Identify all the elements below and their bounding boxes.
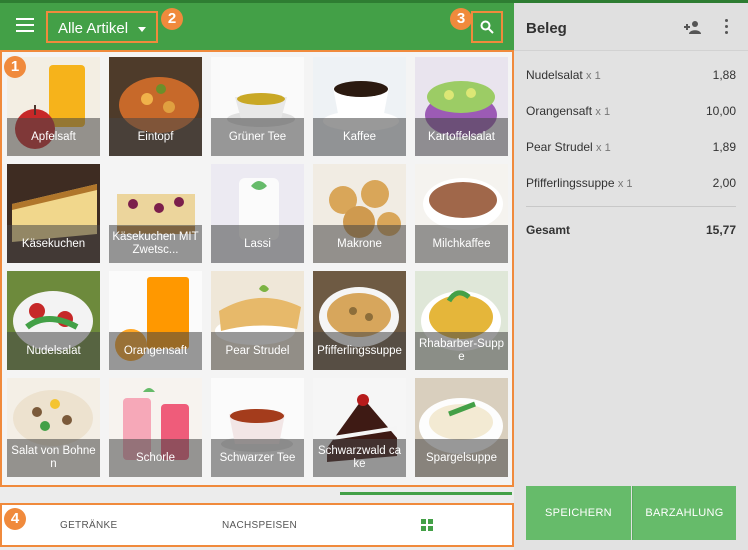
line-item-name: Pfifferlingssuppe: [526, 176, 615, 190]
cash-payment-button[interactable]: BARZAHLUNG: [632, 486, 736, 540]
product-tile[interactable]: Grüner Tee: [211, 57, 304, 156]
total-label: Gesamt: [526, 223, 571, 237]
receipt-line[interactable]: Orangensaft x 1 10,00: [526, 104, 736, 118]
search-button[interactable]: [471, 11, 503, 43]
category-dropdown[interactable]: Alle Artikel: [46, 11, 158, 43]
product-name: Schwarzwald cake: [313, 439, 406, 477]
annotation-marker-3: 3: [450, 8, 472, 30]
product-name: Nudelsalat: [7, 332, 100, 370]
add-customer-icon[interactable]: [684, 20, 702, 34]
line-item-qty: x 1: [595, 106, 611, 118]
product-grid: Apfelsaft Eintopf Grüner Tee Kaffee Kartoffe…: [0, 50, 514, 487]
product-tile[interactable]: Kaffee: [313, 57, 406, 156]
product-tile[interactable]: Pfifferlingssuppe: [313, 271, 406, 370]
product-tile[interactable]: Schwarzer Tee: [211, 378, 304, 477]
product-pane: Alle Artikel Apfelsaft Eintopf Grüner Tee K…: [0, 0, 514, 550]
line-item-price: 10,00: [705, 104, 736, 118]
product-tile[interactable]: Schwarzwald cake: [313, 378, 406, 477]
line-item-name: Pear Strudel: [526, 140, 593, 154]
line-item-price: 1,89: [712, 140, 736, 154]
category-dropdown-label: Alle Artikel: [58, 20, 129, 37]
product-tile[interactable]: Kartoffelsalat: [415, 57, 508, 156]
annotation-marker-2: 2: [161, 8, 183, 30]
product-tile[interactable]: Schorle: [109, 378, 202, 477]
product-name: Orangensaft: [109, 332, 202, 370]
product-name: Apfelsaft: [7, 118, 100, 156]
tab-nachspeisen[interactable]: NACHSPEISEN: [222, 520, 297, 531]
product-name: Kartoffelsalat: [415, 118, 508, 156]
product-tile[interactable]: Eintopf: [109, 57, 202, 156]
total-value: 15,77: [705, 223, 736, 237]
line-item-qty: x 1: [586, 70, 601, 82]
bottom-navigation: GETRÄNKE NACHSPEISEN: [0, 503, 514, 547]
line-item-name: Orangensaft: [526, 104, 593, 118]
product-name: Makrone: [313, 225, 406, 263]
product-name: Kaffee: [313, 118, 406, 156]
product-tile[interactable]: Makrone: [313, 164, 406, 263]
hamburger-menu-icon[interactable]: [16, 18, 34, 32]
product-name: Schorle: [109, 439, 202, 477]
product-tile[interactable]: Orangensaft: [109, 271, 202, 370]
product-tile[interactable]: Salat von Bohnen: [7, 378, 100, 477]
product-tile[interactable]: Nudelsalat: [7, 271, 100, 370]
chevron-down-icon: [138, 27, 146, 32]
grid-view-icon[interactable]: [421, 519, 433, 531]
product-tile[interactable]: Käsekuchen: [7, 164, 100, 263]
receipt-title: Beleg: [526, 20, 567, 37]
product-name: Pfifferlingssuppe: [313, 332, 406, 370]
product-name: Käsekuchen MIT Zwetsc...: [109, 225, 202, 263]
receipt-divider: [526, 206, 736, 207]
product-tile[interactable]: Spargelsuppe: [415, 378, 508, 477]
tab-getraenke[interactable]: GETRÄNKE: [60, 520, 117, 531]
line-item-price: 1,88: [712, 68, 736, 82]
product-tile[interactable]: Milchkaffee: [415, 164, 508, 263]
line-item-qty: x 1: [617, 178, 633, 190]
line-item-price: 2,00: [712, 176, 736, 190]
product-name: Eintopf: [109, 118, 202, 156]
more-options-icon[interactable]: [725, 19, 729, 35]
line-item-qty: x 1: [596, 142, 611, 154]
product-name: Käsekuchen: [7, 225, 100, 263]
receipt-line[interactable]: Pfifferlingssuppe x 1 2,00: [526, 176, 736, 190]
product-name: Grüner Tee: [211, 118, 304, 156]
product-name: Spargelsuppe: [415, 439, 508, 477]
product-tile[interactable]: Käsekuchen MIT Zwetsc...: [109, 164, 202, 263]
line-item-name: Nudelsalat: [526, 68, 583, 82]
annotation-marker-1: 1: [4, 56, 26, 78]
product-name: Salat von Bohnen: [7, 439, 100, 477]
app-bar: Alle Artikel: [0, 3, 514, 50]
product-name: Rhabarber-Suppe: [415, 332, 508, 370]
tab-indicator: [340, 492, 512, 495]
product-tile[interactable]: Lassi: [211, 164, 304, 263]
receipt-line[interactable]: Pear Strudel x 1 1,89: [526, 140, 736, 154]
search-icon: [480, 20, 494, 34]
receipt-line[interactable]: Nudelsalat x 1 1,88: [526, 68, 736, 82]
product-name: Lassi: [211, 225, 304, 263]
save-button[interactable]: SPEICHERN: [526, 486, 631, 540]
product-name: Pear Strudel: [211, 332, 304, 370]
product-tile[interactable]: Rhabarber-Suppe: [415, 271, 508, 370]
product-tile[interactable]: Pear Strudel: [211, 271, 304, 370]
annotation-marker-4: 4: [4, 508, 26, 530]
product-name: Milchkaffee: [415, 225, 508, 263]
product-name: Schwarzer Tee: [211, 439, 304, 477]
receipt-panel: Beleg Nudelsalat x 1 1,88 Orangensaft x 1 1…: [514, 3, 748, 550]
receipt-header: Beleg: [514, 3, 748, 51]
receipt-total: Gesamt 15,77: [526, 223, 736, 237]
